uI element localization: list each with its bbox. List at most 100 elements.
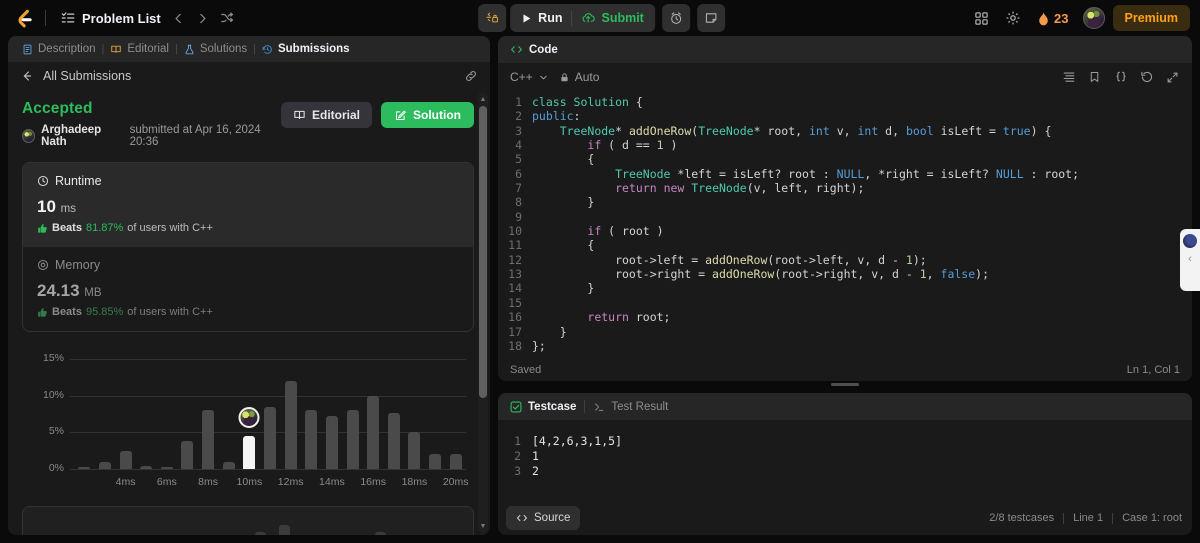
expand-icon[interactable] xyxy=(1165,70,1180,85)
format-icon[interactable] xyxy=(1061,70,1076,85)
apps-grid-icon[interactable] xyxy=(967,4,995,32)
leetcode-app: Problem List Run Submit 23 Premium Descr… xyxy=(0,0,1200,543)
book-icon xyxy=(293,109,306,121)
chart-bar[interactable] xyxy=(305,410,318,469)
chart-bar[interactable] xyxy=(98,461,111,469)
line-number: 5 xyxy=(515,152,522,167)
editorial-button[interactable]: Editorial xyxy=(280,102,372,128)
all-submissions-label[interactable]: All Submissions xyxy=(43,69,131,83)
chart-bar[interactable] xyxy=(408,431,421,469)
source-button[interactable]: Source xyxy=(506,506,581,530)
prev-problem-button[interactable] xyxy=(167,6,191,30)
submitter-name[interactable]: Arghadeep Nath xyxy=(41,124,123,148)
chart-bar[interactable] xyxy=(325,416,338,469)
testcase-line: 21 xyxy=(498,449,1192,464)
chart-bar[interactable] xyxy=(202,410,215,469)
tab-testcase[interactable]: Testcase xyxy=(510,401,576,413)
chart-bar[interactable] xyxy=(78,467,91,469)
scroll-down-arrow[interactable]: ▼ xyxy=(478,521,488,531)
tab-description[interactable]: Description xyxy=(16,36,102,62)
tab-solutions[interactable]: Solutions xyxy=(178,36,253,62)
code-editor[interactable]: 1 class Solution {2 public: 3 TreeNode* add… xyxy=(498,91,1192,359)
testcase-input[interactable]: 1 [4,2,6,3,1,5] 2 1 3 2 xyxy=(498,420,1192,501)
debug-lock-icon[interactable] xyxy=(478,4,507,32)
scroll-up-arrow[interactable]: ▲ xyxy=(478,94,488,104)
line-number: 4 xyxy=(515,138,522,153)
runtime-stat-block[interactable]: Runtime 10 ms Beats 81.87% of users with… xyxy=(23,163,473,247)
memory-stat-block[interactable]: Memory 24.13 MB Beats 95.85% of users wi… xyxy=(23,247,473,331)
code-line: 16 return root; xyxy=(498,310,1192,324)
chart-bar[interactable] xyxy=(284,381,297,469)
problem-list-button[interactable]: Problem List xyxy=(55,7,167,30)
code-line: 1 class Solution { xyxy=(498,95,1192,109)
code-line: 14 } xyxy=(498,281,1192,295)
x-tick-label: 14ms xyxy=(319,476,345,488)
testcases-count: 2/8 testcases xyxy=(989,512,1055,524)
panel-resize-handle[interactable] xyxy=(831,383,859,386)
run-button[interactable]: Run xyxy=(512,6,571,30)
y-tick-label: 15% xyxy=(42,352,64,364)
line-number: 15 xyxy=(508,295,522,310)
premium-button[interactable]: Premium xyxy=(1112,5,1190,31)
bookmark-icon[interactable] xyxy=(1087,70,1102,85)
chart-bar[interactable] xyxy=(449,454,462,469)
cursor-position: Ln 1, Col 1 xyxy=(1126,364,1180,376)
gear-icon[interactable] xyxy=(999,4,1027,32)
chart-bar[interactable] xyxy=(181,441,194,469)
braces-icon[interactable] xyxy=(1113,70,1128,85)
streak-counter[interactable]: 23 xyxy=(1031,4,1074,32)
run-label: Run xyxy=(538,11,563,25)
next-problem-button[interactable] xyxy=(191,6,215,30)
code-line: 15 xyxy=(498,296,1192,310)
runtime-heading: Runtime xyxy=(37,174,459,188)
note-icon[interactable] xyxy=(696,4,725,32)
arrow-left-icon[interactable] xyxy=(20,69,34,83)
language-label: C++ xyxy=(510,70,533,84)
chart-bar[interactable] xyxy=(367,395,380,469)
testcase-text: 2 xyxy=(532,464,539,478)
line-number: 1 xyxy=(514,434,521,448)
x-tick-label: 8ms xyxy=(198,476,219,488)
chart-bar[interactable] xyxy=(387,412,400,469)
tab-submissions[interactable]: Submissions xyxy=(256,36,356,62)
submit-button[interactable]: Submit xyxy=(572,6,652,30)
link-icon[interactable] xyxy=(464,69,478,83)
reset-icon[interactable] xyxy=(1139,70,1154,85)
topbar-divider-1 xyxy=(45,10,46,26)
chart-bar[interactable] xyxy=(346,410,359,469)
tab-test-result[interactable]: Test Result xyxy=(593,401,668,413)
timer-icon[interactable] xyxy=(661,4,690,32)
line-number: 17 xyxy=(508,324,522,339)
chart-bar[interactable] xyxy=(160,466,173,469)
language-selector[interactable]: C++ xyxy=(510,70,549,84)
chart-bar[interactable] xyxy=(119,451,132,469)
chart-bar[interactable] xyxy=(264,407,276,469)
leetcode-logo[interactable] xyxy=(10,5,36,31)
scrollbar[interactable]: ▲ ▼ xyxy=(478,92,488,533)
code-tab-label[interactable]: Code xyxy=(529,44,558,56)
code-line: 4 if ( d == 1 ) xyxy=(498,138,1192,152)
submission-scroll-area[interactable]: Accepted Arghadeep Nath submitted at Apr… xyxy=(8,90,490,535)
chevron-left-icon[interactable]: ‹ xyxy=(1188,254,1192,265)
scrollbar-thumb[interactable] xyxy=(479,106,487,398)
chart-bar[interactable] xyxy=(140,466,153,469)
code-text: { xyxy=(532,238,595,253)
auto-toggle[interactable]: Auto xyxy=(559,70,599,84)
avatar[interactable] xyxy=(1082,7,1105,29)
chart-bar[interactable] xyxy=(222,462,235,469)
line-number: 16 xyxy=(508,310,522,325)
memory-distribution-mini-chart[interactable]: 7ms12ms17ms xyxy=(22,506,474,535)
line-number: 9 xyxy=(515,209,522,224)
shuffle-icon[interactable] xyxy=(215,6,239,30)
assistant-side-tab[interactable]: ‹ xyxy=(1180,229,1200,291)
code-icon xyxy=(510,43,523,56)
list-icon xyxy=(61,11,75,25)
solution-button[interactable]: Solution xyxy=(381,102,474,128)
code-text: } xyxy=(532,281,595,296)
chart-bar[interactable] xyxy=(243,436,256,469)
runtime-distribution-chart[interactable]: 0% 5% 10% 15% 4ms 6ms 8ms 10ms 12ms 14ms 16ms 18ms… xyxy=(22,348,474,500)
chart-bar[interactable] xyxy=(429,454,442,469)
memory-heading: Memory xyxy=(37,258,459,272)
code-line: 5 { xyxy=(498,152,1192,166)
tab-editorial[interactable]: Editorial xyxy=(104,36,175,62)
